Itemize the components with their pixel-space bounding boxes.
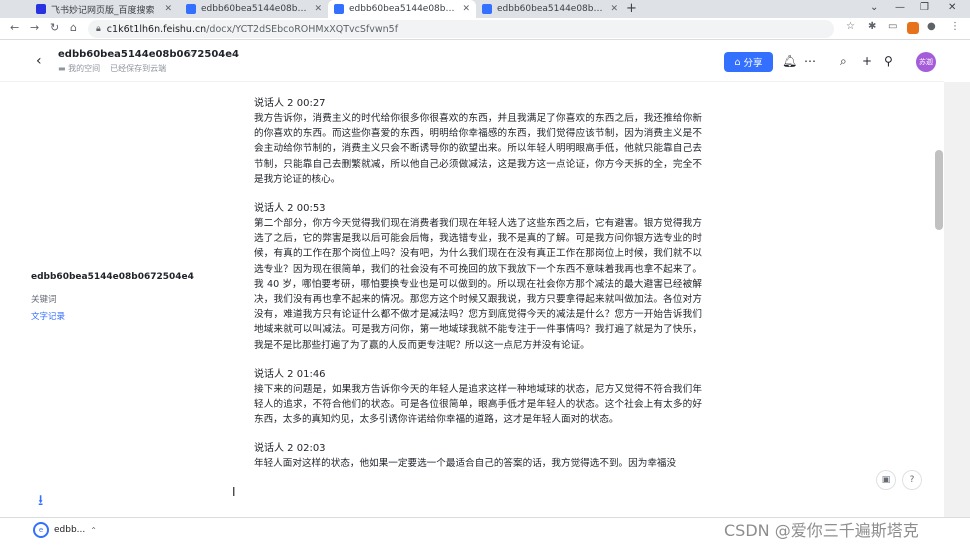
search-icon[interactable]: ⌕ — [840, 54, 847, 69]
avatar[interactable]: 苏迦 — [916, 52, 936, 72]
lock-icon: 🔒︎ — [96, 24, 101, 34]
outline-title[interactable]: edbb60bea5144e08b0672504e4 — [31, 272, 194, 282]
download-arrow-icon[interactable]: ⭳ — [38, 490, 43, 515]
sidebar-icon[interactable]: ▭ — [888, 21, 897, 32]
url-host: c1k6t1lh6n.feishu.cn — [106, 23, 207, 35]
save-status: 已经保存到云端 — [110, 64, 167, 73]
lock-share-icon: ⌂ — [734, 56, 741, 68]
tab-close-icon[interactable]: ✕ — [164, 4, 172, 14]
tab-close-icon[interactable]: ✕ — [610, 4, 618, 14]
transcript-paragraph[interactable]: 接下来的问题是，如果我方告诉你今天的年轻人是追求这样一种地域球的状态，尼方又觉得… — [254, 382, 702, 428]
tab-favicon-icon — [334, 4, 344, 14]
folder-icon: ▬ — [58, 64, 66, 73]
speaker-label: 说话人 2 00:53 — [254, 203, 326, 215]
transcript-paragraph[interactable]: 第二个部分，你方今天觉得我们现在消费者我们现在年轻人选了这些东西之后，它有避害。… — [254, 216, 702, 353]
menu-dots-icon[interactable]: ⋮ — [950, 21, 960, 32]
tab-favicon-icon — [36, 4, 46, 14]
browser-tab-4[interactable]: edbb60bea5144e08b0672504 ✕ — [476, 0, 624, 18]
home-icon[interactable]: ⌂ — [70, 21, 77, 34]
profile-icon[interactable]: ● — [927, 21, 936, 32]
bookmark-star-icon[interactable]: ☆ — [846, 21, 855, 32]
scrollbar-thumb[interactable] — [935, 150, 943, 230]
more-icon[interactable]: ⋯ — [804, 54, 816, 68]
extensions-icon[interactable]: ✱ — [868, 21, 876, 32]
back-arrow-icon[interactable]: ← — [10, 21, 19, 34]
transcript-block: 说话人 2 00:27 我方告诉你，消费主义的时代给你很多你很喜欢的东西，并且我… — [254, 97, 702, 187]
transcript-paragraph[interactable]: 年轻人面对这样的状态，他如果一定要选一个最适合自己的答案的话，我方觉得选不到。因… — [254, 456, 702, 471]
file-icon: e — [33, 522, 49, 538]
scrollbar-track[interactable] — [944, 82, 970, 527]
browser-tab-3[interactable]: edbb60bea5144e08b0672504 ✕ — [328, 0, 476, 18]
notification-bell-icon[interactable]: 🔔︎ — [782, 54, 797, 68]
breadcrumb-folder-label: 我的空间 — [68, 64, 101, 73]
tab-title: edbb60bea5144e08b0672504 — [497, 4, 606, 14]
transcript-paragraph[interactable]: 我方告诉你，消费主义的时代给你很多你很喜欢的东西，并且我满足了你喜欢的东西之后，… — [254, 111, 702, 187]
new-tab-icon[interactable]: + — [626, 1, 637, 16]
transcript-content: 说话人 2 00:27 我方告诉你，消费主义的时代给你很多你很喜欢的东西，并且我… — [254, 97, 702, 487]
comment-icon[interactable]: ▣ — [876, 470, 896, 490]
chevron-up-icon[interactable]: ⌃ — [90, 526, 97, 535]
tab-close-icon[interactable]: ✕ — [314, 4, 322, 14]
breadcrumb-folder[interactable]: ▬ 我的空间 — [58, 63, 100, 74]
maximize-icon[interactable]: ❐ — [920, 2, 929, 13]
outline-item-keywords[interactable]: 关键词 — [31, 293, 57, 305]
tab-title: 飞书妙记网页版_百度搜索 — [51, 5, 155, 16]
doc-title[interactable]: edbb60bea5144e08b0672504e4 — [58, 49, 239, 60]
tab-title: edbb60bea5144e08b0672504 — [349, 4, 458, 14]
share-label: 分享 — [743, 58, 763, 69]
back-icon[interactable]: ‹ — [36, 53, 42, 69]
outline-item-transcript[interactable]: 文字记录 — [31, 310, 65, 322]
help-icon[interactable]: ? — [902, 470, 922, 490]
browser-toolbar: ← → ↻ ⌂ 🔒︎ c1k6t1lh6n.feishu.cn /docx/YC… — [0, 18, 970, 40]
tab-favicon-icon — [482, 4, 492, 14]
browser-tab-strip: 飞书妙记网页版_百度搜索 ✕ edbb60bea5144e08b0672504 … — [0, 0, 970, 18]
download-item-label: edbb... — [54, 525, 86, 535]
doc-header: ‹ edbb60bea5144e08b0672504e4 ☆ ▬ 我的空间 已经… — [0, 41, 944, 82]
favorite-star-icon[interactable]: ☆ — [187, 49, 196, 60]
speaker-label: 说话人 2 01:46 — [254, 368, 326, 380]
minimize-icon[interactable]: — — [895, 2, 905, 13]
share-button[interactable]: ⌂ 分享 — [724, 52, 773, 72]
browser-tab-1[interactable]: 飞书妙记网页版_百度搜索 ✕ — [30, 0, 178, 18]
speaker-label: 说话人 2 00:27 — [254, 98, 326, 109]
forward-arrow-icon[interactable]: → — [30, 21, 39, 34]
watermark: CSDN @爱你三千遍斯塔克 — [724, 521, 919, 540]
close-window-icon[interactable]: ✕ — [948, 2, 956, 13]
tab-title: edbb60bea5144e08b0672504 — [201, 4, 310, 14]
transcript-block: 说话人 2 00:53 第二个部分，你方今天觉得我们现在消费者我们现在年轻人选了… — [254, 202, 702, 353]
browser-tab-2[interactable]: edbb60bea5144e08b0672504 ✕ — [180, 0, 328, 18]
transcript-block: 说话人 2 01:46 接下来的问题是，如果我方告诉你今天的年轻人是追求这样一种… — [254, 368, 702, 428]
address-bar[interactable]: 🔒︎ c1k6t1lh6n.feishu.cn /docx/YCT2dSEbco… — [88, 20, 834, 38]
transcript-block: 说话人 2 02:03 年轻人面对这样的状态，他如果一定要选一个最适合自己的答案… — [254, 442, 702, 471]
text-cursor-icon: I — [232, 485, 236, 499]
tab-search-icon[interactable]: ⌄ — [870, 2, 878, 13]
reload-icon[interactable]: ↻ — [50, 21, 59, 34]
tab-close-icon[interactable]: ✕ — [462, 4, 470, 14]
url-path: /docx/YCT2dSEbcoROHMxXQTvcSfvwn5f — [206, 23, 399, 35]
speaker-label: 说话人 2 02:03 — [254, 443, 326, 455]
tab-favicon-icon — [186, 4, 196, 14]
breadcrumb: ▬ 我的空间 已经保存到云端 — [58, 63, 166, 74]
download-item[interactable]: e edbb... ⌃ — [33, 522, 97, 538]
extension-icon[interactable] — [907, 22, 919, 34]
help-pin-icon[interactable]: ⚲ — [884, 54, 893, 68]
add-icon[interactable]: + — [862, 54, 872, 68]
